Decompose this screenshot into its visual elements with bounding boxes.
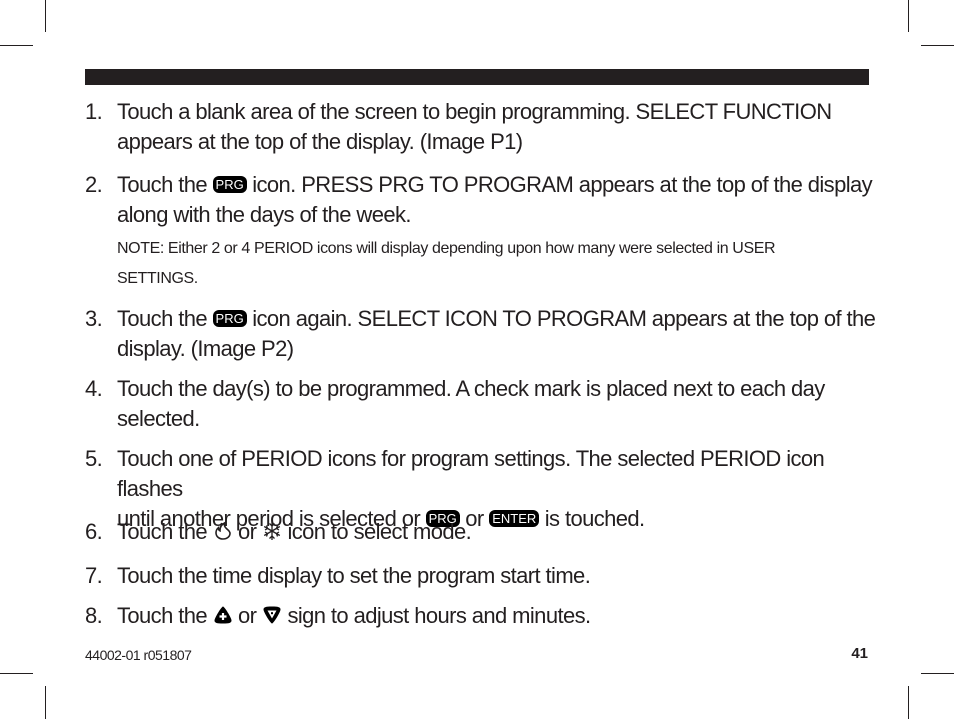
step-number: 3. (85, 306, 103, 331)
crop-mark (921, 45, 954, 46)
down-arrow-icon (263, 606, 281, 624)
step-number: 7. (85, 563, 103, 588)
crop-mark (45, 686, 46, 719)
crop-mark (0, 45, 33, 46)
step-text: Touch the or sign to adjust hours and mi… (117, 603, 591, 628)
document-id: 44002-01 r051807 (85, 647, 192, 663)
step-text: Touch the PRG icon. PRESS PRG TO PROGRAM… (117, 172, 873, 227)
step-number: 1. (85, 99, 103, 124)
crop-mark (921, 673, 954, 674)
crop-mark (0, 673, 33, 674)
step-text: Touch the or icon to select mode. (117, 519, 472, 544)
step-text: Touch the PRG icon again. SELECT ICON TO… (117, 306, 876, 361)
step-text: Touch the day(s) to be programmed. A che… (117, 376, 825, 431)
crop-mark (908, 686, 909, 719)
step-text: Touch a blank area of the screen to begi… (117, 99, 832, 154)
page-number: 41 (851, 645, 868, 662)
up-arrow-icon (214, 606, 232, 624)
header-bar (85, 69, 869, 85)
crop-mark (908, 0, 909, 32)
step-number: 4. (85, 376, 103, 401)
crop-mark (45, 0, 46, 32)
note: NOTE: Either 2 or 4 PERIOD icons will di… (117, 240, 776, 287)
step-text: Touch the time display to set the progra… (117, 563, 591, 588)
step-number: 5. (85, 446, 103, 471)
prg-key-icon: PRG (212, 176, 247, 193)
step-number: 8. (85, 603, 103, 628)
flame-icon (214, 521, 231, 540)
snowflake-icon (263, 522, 281, 540)
step-number: 2. (85, 172, 103, 197)
prg-key-icon: PRG (212, 310, 247, 327)
step-number: 6. (85, 519, 103, 544)
